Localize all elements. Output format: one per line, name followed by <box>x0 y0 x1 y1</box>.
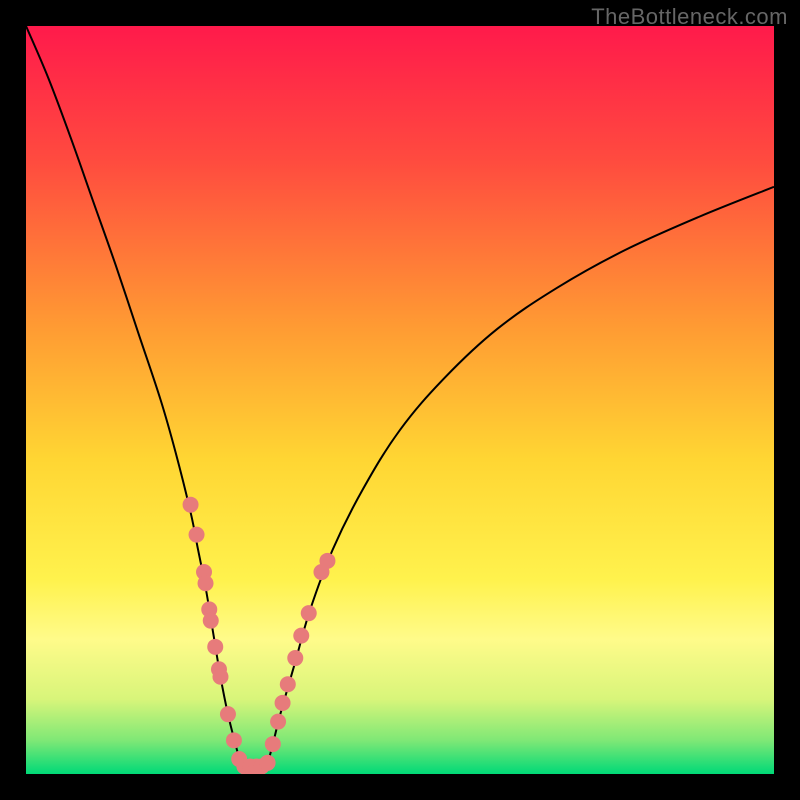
scatter-dot <box>301 605 317 621</box>
scatter-dot <box>207 639 223 655</box>
scatter-dot <box>319 553 335 569</box>
chart-frame: TheBottleneck.com <box>0 0 800 800</box>
scatter-dot <box>275 695 291 711</box>
scatter-dot <box>226 732 242 748</box>
scatter-dot <box>203 613 219 629</box>
scatter-dot <box>183 497 199 513</box>
scatter-dot <box>189 527 205 543</box>
bottleneck-chart <box>26 26 774 774</box>
scatter-dot <box>220 706 236 722</box>
scatter-dot <box>293 628 309 644</box>
scatter-dot <box>212 669 228 685</box>
watermark-text: TheBottleneck.com <box>591 4 788 30</box>
scatter-dot <box>280 676 296 692</box>
scatter-dot <box>270 714 286 730</box>
scatter-dot <box>287 650 303 666</box>
scatter-dot <box>265 736 281 752</box>
scatter-dot <box>260 755 276 771</box>
gradient-background <box>26 26 774 774</box>
scatter-dot <box>198 575 214 591</box>
